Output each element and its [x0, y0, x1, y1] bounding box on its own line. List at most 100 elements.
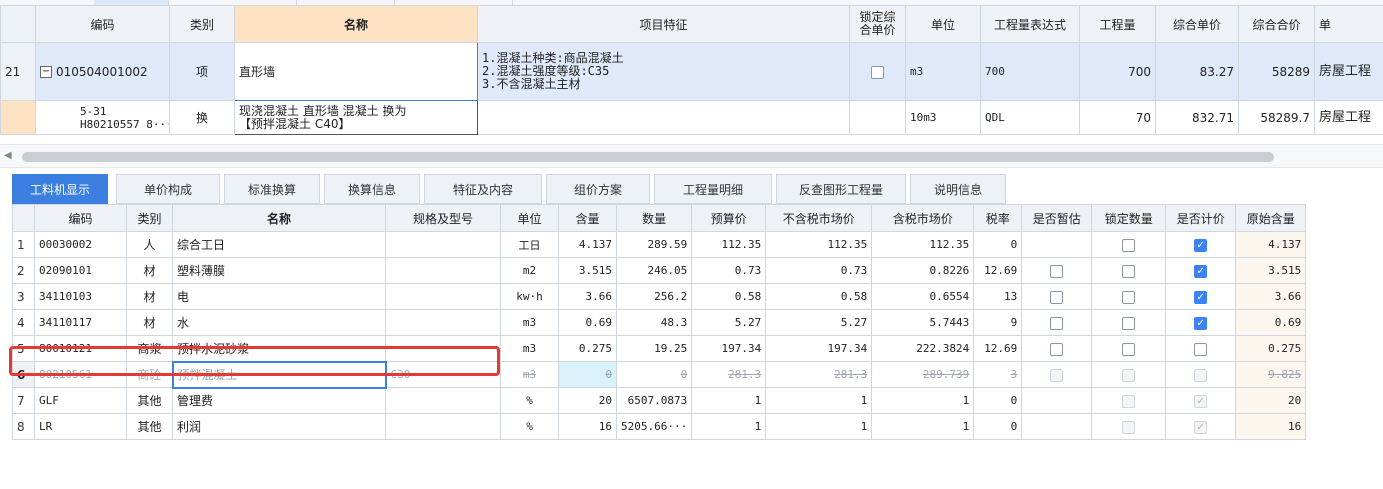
lower-header-content[interactable]: 含量	[558, 204, 617, 232]
estimate-checkbox-cell[interactable]	[1021, 257, 1093, 284]
resource-row[interactable]: 7 GLF 其他 管理费% 20 6507.0873 1 1 1 0 ✓ 20	[12, 387, 1307, 414]
resource-original-content[interactable]: 9.825	[1235, 361, 1307, 388]
resource-spec[interactable]	[385, 283, 501, 310]
tab-labor-material-machine[interactable]: 工料机显示	[12, 174, 108, 204]
quota-code[interactable]: 5-31 H80210557 8···	[35, 100, 170, 135]
lock-qty-checkbox-cell[interactable]	[1091, 387, 1167, 414]
bill-item-code[interactable]: −010504001002	[35, 42, 170, 101]
locked-price-checkbox[interactable]	[871, 65, 884, 79]
resource-budget-price[interactable]: 1	[691, 413, 767, 440]
estimate-checkbox-cell[interactable]	[1021, 309, 1093, 336]
resource-row[interactable]: 2 02090101 材塑料薄膜 m2 3.515 246.05 0.73 0.73 0.822…	[12, 257, 1307, 284]
lock-qty-checkbox[interactable]	[1122, 290, 1136, 304]
resource-quantity[interactable]: 48.3	[615, 309, 693, 336]
resource-quantity[interactable]: 19.25	[615, 335, 693, 362]
estimate-checkbox-cell[interactable]	[1021, 387, 1093, 414]
priced-checkbox-cell[interactable]: ✓	[1165, 231, 1237, 258]
resource-unit[interactable]: m3	[500, 335, 559, 362]
estimate-checkbox-cell[interactable]	[1021, 413, 1093, 440]
bill-item-unit[interactable]: m3	[905, 42, 981, 101]
upper-header-code[interactable]: 编码	[35, 5, 170, 43]
upper-header-name[interactable]: 名称	[234, 5, 478, 43]
quota-feature[interactable]	[477, 100, 850, 135]
priced-checkbox[interactable]: ✓	[1194, 264, 1208, 278]
resource-type[interactable]: 商浆	[126, 335, 173, 362]
resource-name[interactable]: 利润	[172, 413, 386, 440]
resource-market-price-ex-tax[interactable]: 0.73	[765, 257, 873, 284]
estimate-checkbox-cell[interactable]	[1021, 361, 1093, 388]
lock-qty-checkbox-cell[interactable]	[1091, 283, 1167, 310]
resource-quantity[interactable]: 6507.0873	[615, 387, 693, 414]
resource-name[interactable]: 塑料薄膜	[172, 257, 386, 284]
lower-header-priced[interactable]: 是否计价	[1165, 204, 1237, 232]
bill-item-extra[interactable]: 房屋工程	[1314, 42, 1383, 101]
resource-market-price-in-tax[interactable]: 5.7443	[871, 309, 975, 336]
lower-header-name[interactable]: 名称	[172, 204, 386, 232]
tab-features-content[interactable]: 特征及内容	[424, 174, 542, 204]
quota-qty[interactable]: 70	[1079, 100, 1156, 135]
scrollbar-thumb[interactable]	[22, 152, 1274, 162]
upper-header-type[interactable]: 类别	[169, 5, 235, 43]
lock-qty-checkbox[interactable]	[1122, 264, 1136, 278]
resource-market-price-ex-tax[interactable]: 1	[765, 413, 873, 440]
resource-quantity[interactable]: 5205.66···	[615, 413, 693, 440]
upper-header-expr[interactable]: 工程量表达式	[980, 5, 1080, 43]
resource-market-price-in-tax[interactable]: 112.35	[871, 231, 975, 258]
resource-spec[interactable]	[385, 335, 501, 362]
lower-header-budget[interactable]: 预算价	[691, 204, 767, 232]
resource-name[interactable]: 预拌混凝土	[171, 360, 387, 389]
resource-content[interactable]: 4.137	[558, 231, 617, 258]
lower-header-tax-rate[interactable]: 税率	[973, 204, 1023, 232]
resource-code[interactable]: 80010121	[34, 335, 127, 362]
resource-tax-rate[interactable]: 3	[973, 361, 1023, 388]
resource-content[interactable]: 0.69	[558, 309, 617, 336]
resource-content[interactable]: 3.66	[558, 283, 617, 310]
resource-quantity[interactable]: 289.59	[615, 231, 693, 258]
lock-qty-checkbox-cell[interactable]	[1091, 361, 1167, 388]
tab-reverse-quantity[interactable]: 反查图形工程量	[776, 174, 906, 204]
resource-name[interactable]: 电	[172, 283, 386, 310]
resource-name[interactable]: 水	[172, 309, 386, 336]
resource-budget-price[interactable]: 112.35	[691, 231, 767, 258]
estimate-checkbox-cell[interactable]	[1021, 231, 1093, 258]
lower-header-unit[interactable]: 单位	[500, 204, 559, 232]
quota-type[interactable]: 换	[169, 100, 235, 135]
estimate-checkbox[interactable]	[1050, 264, 1064, 278]
quota-extra[interactable]: 房屋工程	[1314, 100, 1383, 135]
resource-original-content[interactable]: 4.137	[1235, 231, 1307, 258]
resource-row[interactable]: 5 80010121 商浆 预拌水泥砂浆 m3 0.275 19.25 197.34 197.3…	[12, 335, 1307, 362]
lower-header-market-ex-tax[interactable]: 不含税市场价	[765, 204, 873, 232]
quota-unit[interactable]: 10m3	[905, 100, 981, 135]
tab-standard-conversion[interactable]: 标准换算	[224, 174, 320, 204]
resource-market-price-ex-tax[interactable]: 197.34	[765, 335, 873, 362]
resource-code[interactable]: GLF	[34, 387, 127, 414]
resource-market-price-ex-tax[interactable]: 281.3	[765, 361, 873, 388]
lock-qty-checkbox[interactable]	[1122, 238, 1136, 252]
resource-budget-price[interactable]: 0.73	[691, 257, 767, 284]
resource-unit[interactable]: m2	[500, 257, 559, 284]
resource-type[interactable]: 材	[126, 257, 173, 284]
estimate-checkbox-cell[interactable]	[1021, 335, 1093, 362]
resource-tax-rate[interactable]: 12.69	[973, 335, 1023, 362]
resource-market-price-in-tax[interactable]: 289.739	[871, 361, 975, 388]
resource-row[interactable]: 4 34110117 材水 m3 0.69 48.3 5.27 5.27 5.7443 9 ✓ 0.6…	[12, 309, 1307, 336]
resource-name[interactable]: 预拌水泥砂浆	[172, 335, 386, 362]
resource-code[interactable]: 00030002	[34, 231, 127, 258]
priced-checkbox[interactable]	[1194, 342, 1208, 356]
bill-item-unit-price[interactable]: 83.27	[1155, 42, 1239, 101]
upper-header-qty[interactable]: 工程量	[1079, 5, 1156, 43]
resource-type[interactable]: 材	[126, 309, 173, 336]
resource-market-price-ex-tax[interactable]: 1	[765, 387, 873, 414]
bill-item-total[interactable]: 58289	[1238, 42, 1315, 101]
resource-original-content[interactable]: 0.69	[1235, 309, 1307, 336]
resource-tax-rate[interactable]: 0	[973, 413, 1023, 440]
resource-market-price-ex-tax[interactable]: 112.35	[765, 231, 873, 258]
resource-tax-rate[interactable]: 9	[973, 309, 1023, 336]
locked-price-cell[interactable]	[849, 42, 906, 101]
priced-checkbox-cell[interactable]: ✓	[1165, 283, 1237, 310]
upper-header-total[interactable]: 综合合价	[1238, 5, 1315, 43]
tab-description[interactable]: 说明信息	[910, 174, 1006, 204]
resource-spec[interactable]	[385, 387, 501, 414]
resource-content[interactable]: 0.275	[558, 335, 617, 362]
upper-header-unit-price[interactable]: 综合单价	[1155, 5, 1239, 43]
